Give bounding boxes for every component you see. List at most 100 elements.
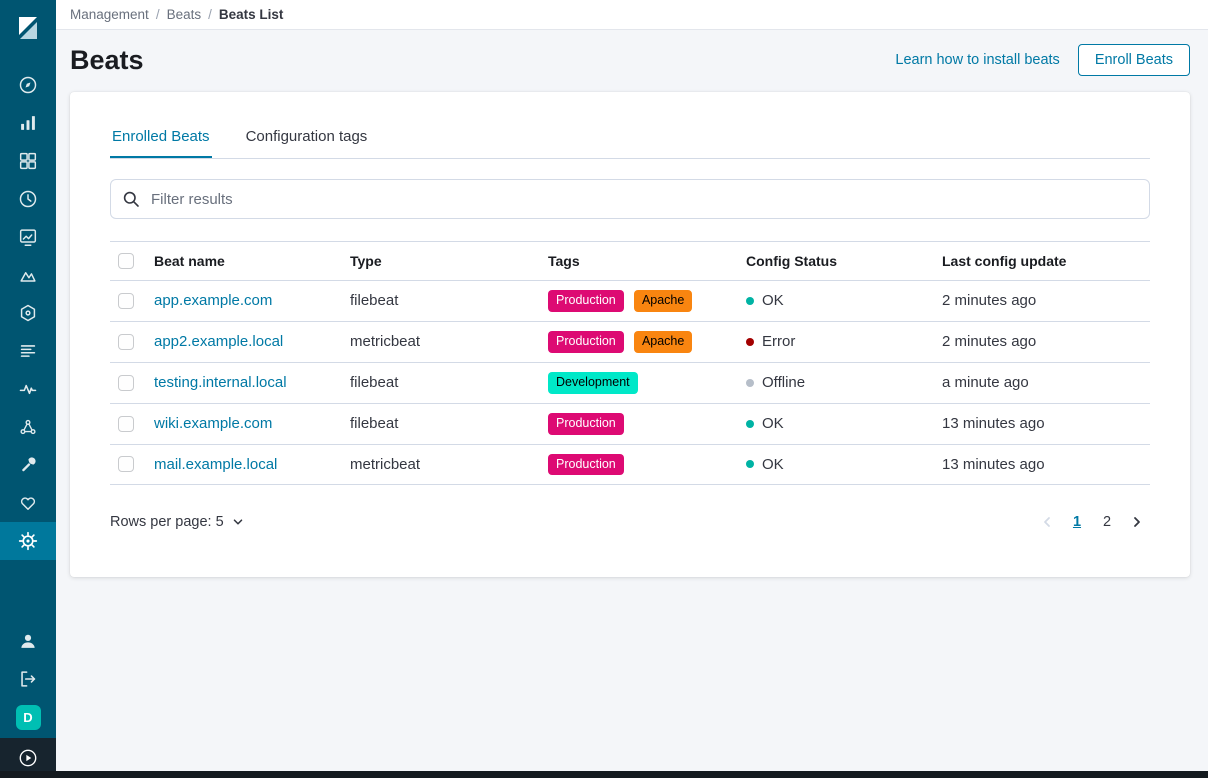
tab-configuration-tags[interactable]: Configuration tags <box>244 116 370 158</box>
tag-badge-development: Development <box>548 372 638 394</box>
sidebar-item-visualize[interactable] <box>0 104 56 142</box>
status-dot-ok <box>746 460 754 468</box>
beats-panel: Enrolled Beats Configuration tags Beat n… <box>70 92 1190 577</box>
install-beats-link[interactable]: Learn how to install beats <box>895 52 1059 68</box>
beat-type: filebeat <box>342 362 540 403</box>
chevron-left-icon <box>1039 514 1055 530</box>
sidebar-item-monitoring[interactable] <box>0 484 56 522</box>
enroll-beats-button[interactable]: Enroll Beats <box>1078 44 1190 76</box>
page-button-2[interactable]: 2 <box>1094 509 1120 535</box>
sidebar-nav <box>0 66 56 560</box>
beat-type: metricbeat <box>342 321 540 362</box>
table-row: mail.example.local metricbeat Production… <box>110 444 1150 485</box>
sidebar-item-account[interactable] <box>0 622 56 660</box>
space-badge[interactable]: D <box>16 705 41 730</box>
tag-badge-production: Production <box>548 290 624 312</box>
sidebar-item-dashboard[interactable] <box>0 142 56 180</box>
breadcrumb: Management / Beats / Beats List <box>56 0 1208 30</box>
table-row: testing.internal.local filebeat Developm… <box>110 362 1150 403</box>
previous-page-button[interactable] <box>1034 509 1060 535</box>
tag-badge-production: Production <box>548 413 624 435</box>
sidebar-item-canvas[interactable] <box>0 218 56 256</box>
main-area: Management / Beats / Beats List Beats Le… <box>56 0 1208 778</box>
column-header-beat-name: Beat name <box>146 242 342 281</box>
sidebar-item-discover[interactable] <box>0 66 56 104</box>
sidebar-item-maps[interactable] <box>0 256 56 294</box>
beat-name-link[interactable]: app.example.com <box>154 292 272 309</box>
sidebar-item-logout[interactable] <box>0 660 56 698</box>
status-dot-offline <box>746 379 754 387</box>
breadcrumb-separator: / <box>156 7 160 22</box>
infrastructure-icon <box>17 302 39 324</box>
last-config-update: 13 minutes ago <box>934 444 1150 485</box>
status-label: Offline <box>762 374 805 391</box>
page-header: Beats Learn how to install beats Enroll … <box>56 30 1208 92</box>
rows-per-page-control[interactable]: Rows per page: 5 <box>110 514 245 530</box>
chevron-right-icon <box>1129 514 1145 530</box>
table-row: app2.example.local metricbeat Production… <box>110 321 1150 362</box>
row-checkbox[interactable] <box>118 334 134 350</box>
collapse-play-icon <box>17 747 39 769</box>
next-page-button[interactable] <box>1124 509 1150 535</box>
apm-icon <box>17 378 39 400</box>
filter-bar <box>110 179 1150 219</box>
kibana-logo[interactable] <box>0 0 56 56</box>
column-header-last-config-update: Last config update <box>934 242 1150 281</box>
tag-badge-apache: Apache <box>634 290 692 312</box>
beat-type: filebeat <box>342 281 540 322</box>
status-label: OK <box>762 415 784 432</box>
header-actions: Learn how to install beats Enroll Beats <box>895 44 1190 76</box>
status-label: OK <box>762 292 784 309</box>
sidebar-item-infrastructure[interactable] <box>0 294 56 332</box>
beat-name-link[interactable]: testing.internal.local <box>154 374 287 391</box>
visualize-icon <box>17 112 39 134</box>
beat-type: filebeat <box>342 403 540 444</box>
sidebar-item-apm[interactable] <box>0 370 56 408</box>
sidebar-item-space[interactable]: D <box>0 698 56 736</box>
sidebar-item-logs[interactable] <box>0 332 56 370</box>
select-all-checkbox[interactable] <box>118 253 134 269</box>
breadcrumb-management[interactable]: Management <box>70 7 149 22</box>
row-checkbox[interactable] <box>118 293 134 309</box>
sidebar-item-machine-learning[interactable] <box>0 408 56 446</box>
rows-per-page-label: Rows per page: 5 <box>110 514 224 530</box>
last-config-update: 2 minutes ago <box>934 281 1150 322</box>
sidebar-item-dev-tools[interactable] <box>0 446 56 484</box>
page-button-1[interactable]: 1 <box>1064 509 1090 535</box>
logs-icon <box>17 340 39 362</box>
timelion-icon <box>17 188 39 210</box>
kibana-logo-icon <box>13 13 43 43</box>
tab-enrolled-beats[interactable]: Enrolled Beats <box>110 116 212 158</box>
last-config-update: 2 minutes ago <box>934 321 1150 362</box>
bottom-edge-bar <box>0 771 1208 778</box>
logout-icon <box>17 668 39 690</box>
row-checkbox[interactable] <box>118 416 134 432</box>
breadcrumb-separator: / <box>208 7 212 22</box>
discover-icon <box>17 74 39 96</box>
table-header-row: Beat name Type Tags Config Status Last c… <box>110 242 1150 281</box>
beat-name-link[interactable]: app2.example.local <box>154 333 283 350</box>
beat-name-link[interactable]: mail.example.local <box>154 456 277 473</box>
sidebar-bottom: D <box>0 622 56 778</box>
status-dot-ok <box>746 420 754 428</box>
column-header-config-status: Config Status <box>738 242 934 281</box>
pagination-bar: Rows per page: 5 1 2 <box>110 509 1150 535</box>
dashboard-icon <box>17 150 39 172</box>
sidebar-item-timelion[interactable] <box>0 180 56 218</box>
row-checkbox[interactable] <box>118 456 134 472</box>
config-status: OK <box>746 292 926 309</box>
status-label: Error <box>762 333 795 350</box>
beat-name-link[interactable]: wiki.example.com <box>154 415 272 432</box>
search-icon <box>122 190 140 208</box>
tag-badge-apache: Apache <box>634 331 692 353</box>
row-checkbox[interactable] <box>118 375 134 391</box>
sidebar-item-management[interactable] <box>0 522 56 560</box>
breadcrumb-beats[interactable]: Beats <box>167 7 202 22</box>
last-config-update: 13 minutes ago <box>934 403 1150 444</box>
page-controls: 1 2 <box>1034 509 1150 535</box>
beat-type: metricbeat <box>342 444 540 485</box>
tab-bar: Enrolled Beats Configuration tags <box>110 116 1150 159</box>
config-status: Offline <box>746 374 926 391</box>
filter-results-input[interactable] <box>110 179 1150 219</box>
config-status: OK <box>746 456 926 473</box>
